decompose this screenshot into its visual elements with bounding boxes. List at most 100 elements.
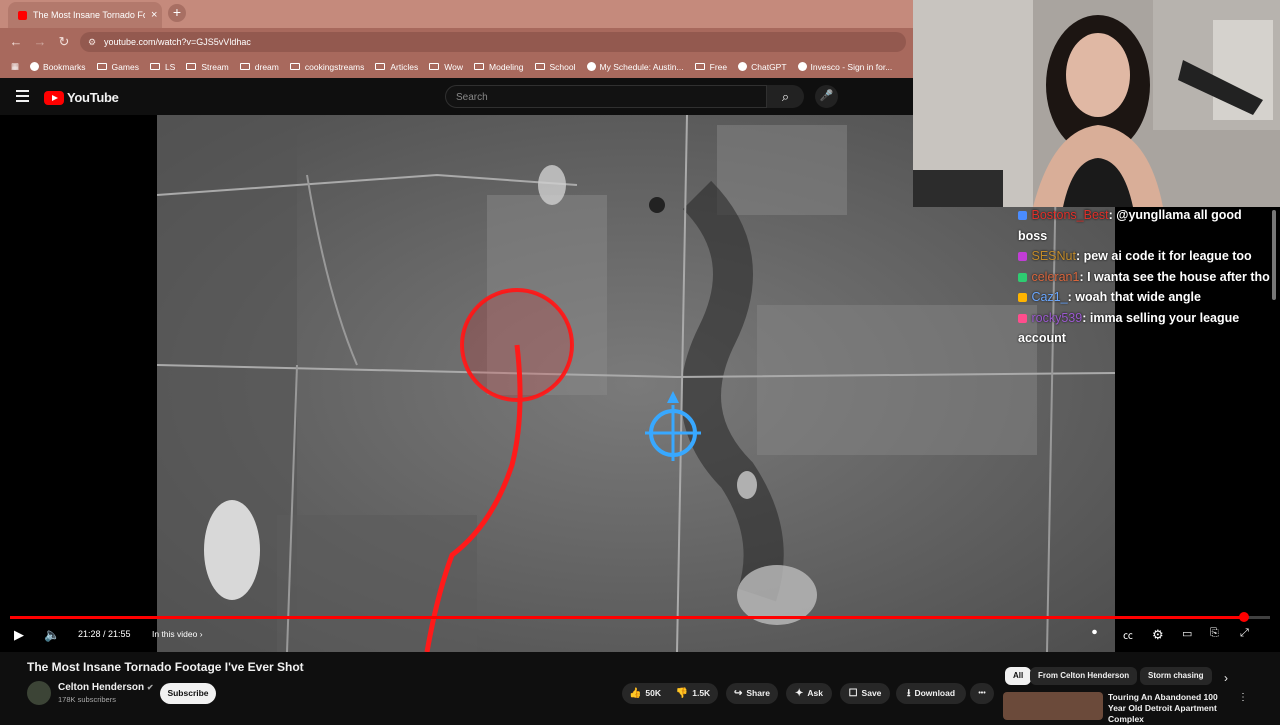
- bookmark-item[interactable]: cookingstreams: [289, 62, 364, 72]
- chat-username[interactable]: Caz1_: [1031, 290, 1067, 304]
- bookmark-label: dream: [254, 61, 279, 72]
- cast-icon[interactable]: ⎘: [1210, 627, 1219, 640]
- channel-name[interactable]: Celton Henderson ✔: [58, 682, 154, 693]
- bookmark-item[interactable]: Articles: [375, 62, 418, 72]
- captions-icon[interactable]: ㏄: [1123, 627, 1133, 642]
- thumbs-up-icon: 👍: [628, 688, 642, 699]
- play-icon[interactable]: ▶: [14, 627, 24, 643]
- bookmark-item[interactable]: Free: [694, 62, 727, 72]
- bookmark-label: Modeling: [489, 61, 524, 72]
- time-display: 21:28 / 21:55: [78, 629, 131, 639]
- chat-message: celeran1: I wanta see the house after th…: [1012, 267, 1270, 288]
- bookmark-item[interactable]: Stream: [186, 62, 229, 72]
- folder-icon: [239, 63, 250, 70]
- youtube-logo[interactable]: YouTube: [44, 90, 119, 105]
- bookmark-item[interactable]: Invesco - Sign in for...: [797, 61, 893, 72]
- chevron-right-icon[interactable]: ›: [1224, 671, 1228, 685]
- browser-tab[interactable]: The Most Insane Tornado Footage ×: [8, 2, 162, 28]
- recommended-video-thumbnail[interactable]: [1003, 692, 1103, 720]
- search-input[interactable]: Search: [445, 85, 767, 108]
- star-icon: [30, 62, 40, 71]
- channel-avatar[interactable]: [27, 681, 51, 705]
- video-title: The Most Insane Tornado Footage I've Eve…: [27, 660, 304, 674]
- scrub-handle[interactable]: [1238, 612, 1249, 622]
- more-actions-button[interactable]: •••: [970, 683, 994, 704]
- chat-scrollbar[interactable]: [1272, 210, 1276, 300]
- bookmark-item[interactable]: Wow: [429, 62, 463, 72]
- in-this-video-button[interactable]: In this video ›: [152, 629, 203, 639]
- folder-icon: [186, 63, 197, 70]
- chat-badge-icon: [1018, 211, 1027, 220]
- download-button[interactable]: ⭳ Download: [896, 683, 966, 704]
- bookmark-item[interactable]: Bookmarks: [30, 62, 86, 72]
- folder-icon: [96, 63, 107, 70]
- chat-username[interactable]: Bostons_Best: [1031, 208, 1108, 222]
- recommendation-chip[interactable]: Storm chasing: [1140, 667, 1212, 685]
- chat-username[interactable]: celeran1: [1031, 270, 1079, 284]
- chat-message: SESNut: pew ai code it for league too: [1012, 246, 1270, 267]
- like-button[interactable]: 👍 50K: [622, 683, 668, 704]
- recommended-video-title[interactable]: Touring An Abandoned 100 Year Old Detroi…: [1108, 692, 1236, 725]
- settings-gear-icon[interactable]: ⚙: [1152, 627, 1164, 643]
- back-icon[interactable]: ←: [8, 34, 24, 49]
- volume-icon[interactable]: 🔈: [44, 627, 60, 643]
- webcam-overlay: [913, 0, 1280, 207]
- autoplay-toggle-icon[interactable]: ⏺: [1092, 627, 1097, 638]
- youtube-favicon-icon: [18, 10, 27, 20]
- chat-text: I wanta see the house after tho: [1087, 269, 1270, 284]
- sparkle-icon: ✦: [795, 688, 804, 699]
- more-vertical-icon[interactable]: ⋮: [1238, 692, 1248, 703]
- folder-icon: [534, 63, 545, 70]
- folder-icon: [429, 63, 440, 70]
- stream-chat: Bostons_Best: @yungllama all good boss S…: [1012, 205, 1270, 375]
- apps-grid-icon[interactable]: ▦: [11, 61, 19, 72]
- tab-title: The Most Insane Tornado Footage: [33, 10, 145, 20]
- bookmark-item[interactable]: Games: [96, 62, 139, 72]
- dislike-button[interactable]: 👎 1.5K: [668, 683, 718, 704]
- bookmark-item[interactable]: My Schedule: Austin...: [586, 62, 684, 72]
- chat-separator: :: [1082, 310, 1090, 325]
- save-label: Save: [861, 688, 882, 698]
- save-icon: ☐: [848, 688, 858, 699]
- bookmark-item[interactable]: School: [534, 62, 576, 72]
- reload-icon[interactable]: ↻: [56, 34, 72, 50]
- fullscreen-icon[interactable]: ⤢: [1240, 627, 1249, 640]
- subscriber-count: 178K subscribers: [58, 695, 116, 704]
- subscribe-button[interactable]: Subscribe: [160, 683, 216, 704]
- hamburger-menu-icon[interactable]: [16, 90, 29, 105]
- tab-close-icon[interactable]: ×: [151, 9, 157, 21]
- search-icon[interactable]: ⌕: [767, 85, 804, 108]
- bookmark-item[interactable]: LS: [149, 62, 175, 72]
- save-button[interactable]: ☐ Save: [840, 683, 890, 704]
- new-tab-button[interactable]: +: [168, 4, 186, 22]
- dislike-count: 1.5K: [692, 688, 711, 698]
- streamer-webcam-image: [913, 0, 1280, 207]
- theater-mode-icon[interactable]: ▭: [1182, 627, 1192, 640]
- recommendation-chip[interactable]: From Celton Henderson: [1030, 667, 1138, 685]
- forward-icon[interactable]: →: [32, 34, 48, 49]
- bookmark-label: Bookmarks: [43, 61, 86, 72]
- chat-username[interactable]: rocky539: [1031, 311, 1082, 325]
- share-label: Share: [746, 688, 770, 698]
- microphone-icon[interactable]: 🎤: [815, 85, 838, 108]
- channel-name-text: Celton Henderson: [58, 682, 145, 693]
- share-button[interactable]: ↪ Share: [726, 683, 778, 704]
- recommendation-chip[interactable]: All: [1005, 667, 1032, 685]
- chat-badge-icon: [1018, 272, 1027, 282]
- chat-badge-icon: [1018, 293, 1027, 302]
- site-info-icon[interactable]: ⚙: [88, 37, 98, 48]
- chat-username[interactable]: SESNut: [1031, 249, 1075, 263]
- bookmark-item[interactable]: ChatGPT: [738, 61, 787, 72]
- folder-icon: [289, 63, 300, 70]
- chat-message: rocky539: imma selling your league accou…: [1012, 308, 1270, 349]
- bookmark-label: Articles: [390, 61, 419, 72]
- progress-fill: [10, 616, 1244, 619]
- bookmark-item[interactable]: dream: [239, 61, 279, 72]
- bookmark-label: ChatGPT: [751, 61, 787, 72]
- ask-button[interactable]: ✦ Ask: [786, 683, 832, 704]
- address-bar[interactable]: ⚙ youtube.com/watch?v=GJS5vVldhac: [80, 32, 906, 52]
- bookmark-item[interactable]: Modeling: [474, 62, 524, 72]
- chat-separator: :: [1079, 269, 1088, 284]
- like-count: 50K: [645, 688, 662, 698]
- bookmark-label: Invesco - Sign in for...: [810, 61, 893, 72]
